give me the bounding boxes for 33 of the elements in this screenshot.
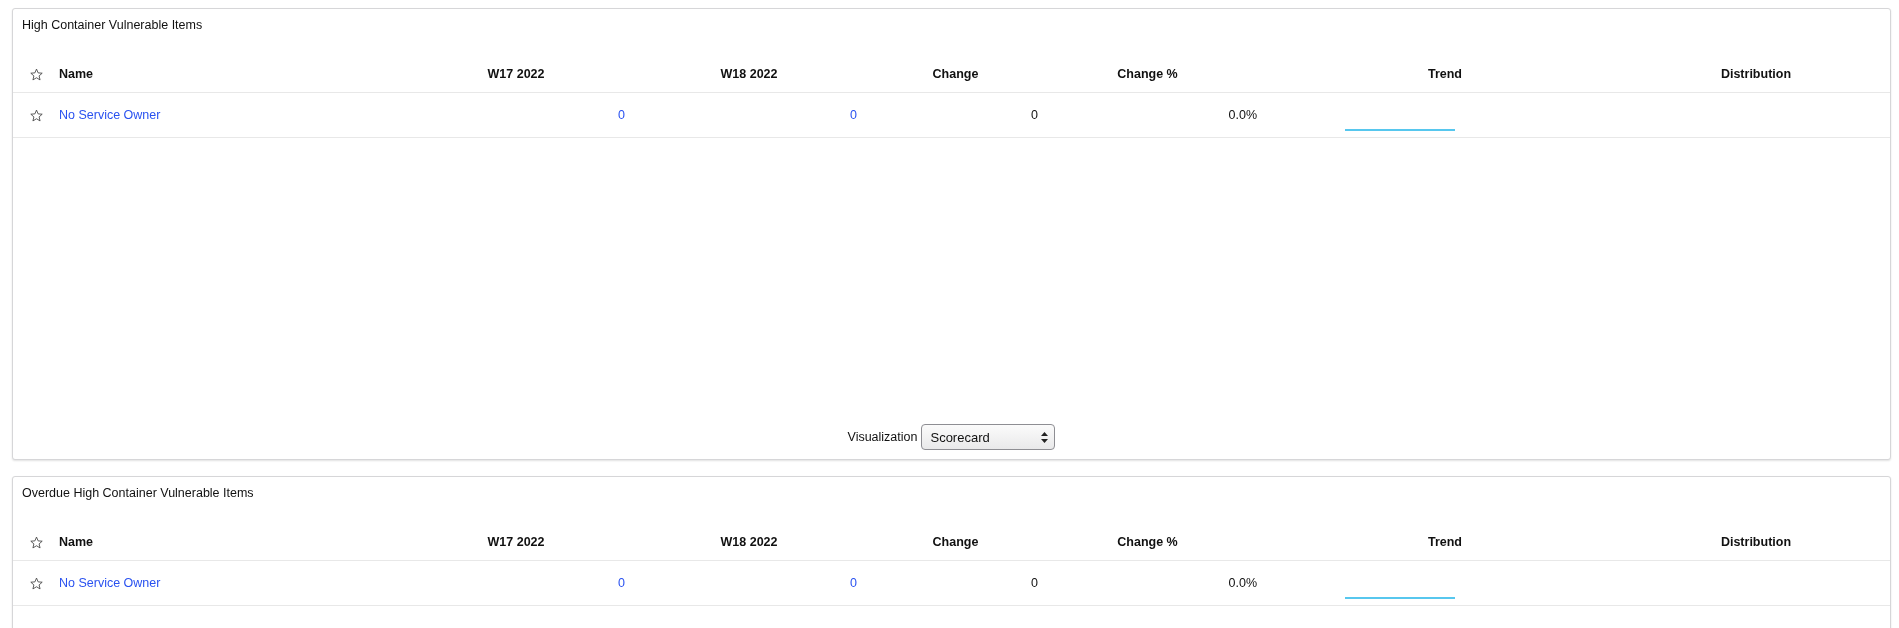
column-header: W17 2022 [486, 67, 546, 81]
column-header: W17 2022 [486, 535, 546, 549]
panel-title: Overdue High Container Vulnerable Items [21, 485, 255, 502]
column-header: Change [931, 535, 980, 549]
count-link[interactable]: 0 [625, 108, 873, 122]
column-header: Name [59, 535, 95, 549]
count-link[interactable]: 0 [407, 108, 625, 122]
star-icon[interactable] [29, 576, 43, 590]
column-header: Name [59, 67, 95, 81]
column-header: Change % [1116, 67, 1179, 81]
column-header: Change [931, 67, 980, 81]
table-cell-text: 0.0% [1227, 576, 1257, 590]
select-arrows-icon [1041, 431, 1049, 443]
table-cell-text: 0 [1030, 576, 1038, 590]
column-header: W18 2022 [719, 67, 779, 81]
service-link[interactable]: No Service Owner [59, 576, 161, 590]
count-link[interactable]: 0 [407, 576, 625, 590]
star-icon[interactable] [29, 108, 43, 122]
column-header: Trend [1426, 67, 1463, 81]
visualization-select[interactable]: Scorecard [921, 424, 1056, 450]
column-header: Trend [1426, 535, 1463, 549]
star-icon[interactable] [29, 535, 43, 549]
table-cell-text: 0.0% [1227, 108, 1257, 122]
star-icon[interactable] [29, 67, 43, 81]
table-cell-text: 0 [1030, 108, 1038, 122]
count-link[interactable]: 0 [625, 576, 873, 590]
visualization-label: Visualization [847, 430, 918, 444]
column-header: W18 2022 [719, 535, 779, 549]
column-header: Distribution [1719, 67, 1793, 81]
column-header: Distribution [1719, 535, 1793, 549]
column-header: Change % [1116, 535, 1179, 549]
service-link[interactable]: No Service Owner [59, 108, 161, 122]
panel-title: High Container Vulnerable Items [21, 17, 204, 34]
